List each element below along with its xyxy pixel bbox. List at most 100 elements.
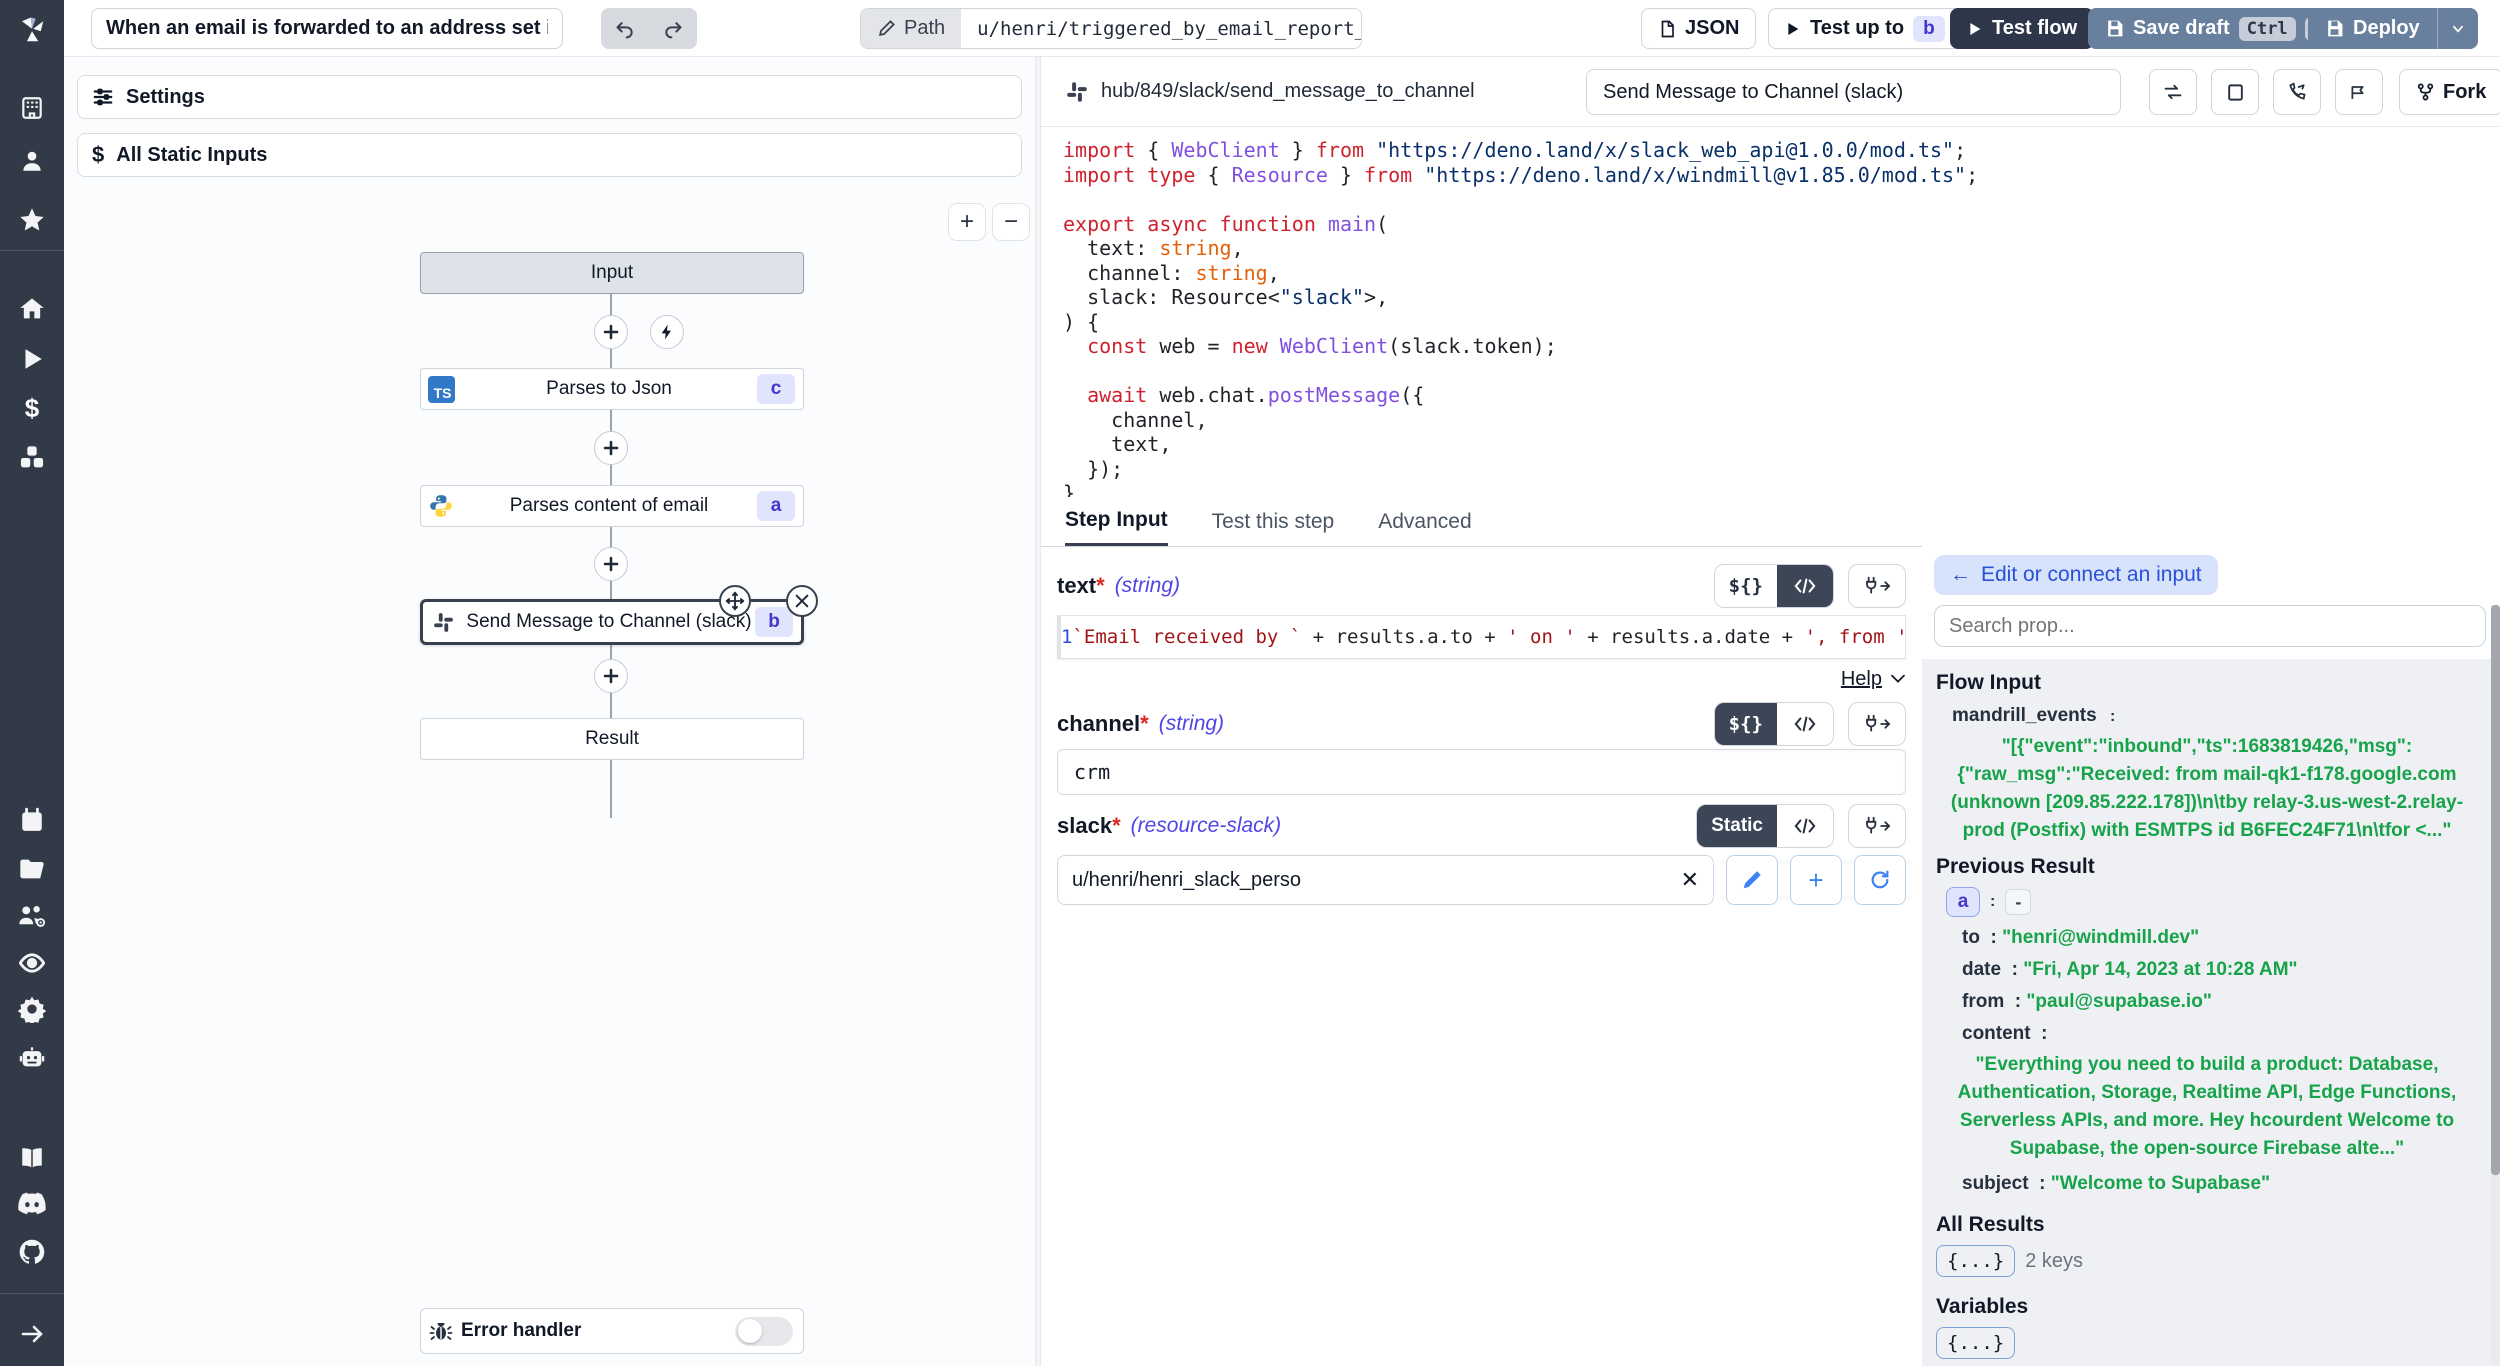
- zoom-out-button[interactable]: −: [992, 203, 1030, 241]
- groups-icon[interactable]: [0, 893, 64, 937]
- windmill-logo-icon[interactable]: [0, 8, 64, 52]
- prop-value-content[interactable]: "Everything you need to build a product:…: [1944, 1051, 2470, 1163]
- add-resource-button[interactable]: +: [1790, 855, 1842, 905]
- square-icon: [2226, 83, 2245, 102]
- prop-scrollbar[interactable]: [2491, 605, 2500, 1366]
- tab-step-input[interactable]: Step Input: [1065, 497, 1168, 546]
- user-icon[interactable]: [0, 139, 64, 183]
- step-summary-input[interactable]: [1586, 69, 2121, 115]
- slack-resource-select[interactable]: u/henri/henri_slack_perso ✕: [1057, 855, 1714, 905]
- kbd-ctrl: Ctrl: [2239, 17, 2296, 41]
- clear-resource-icon[interactable]: ✕: [1681, 867, 1699, 893]
- delete-step-button[interactable]: [786, 585, 818, 617]
- reload-script-button[interactable]: [2149, 69, 2197, 115]
- code-mode-segment[interactable]: [1777, 703, 1833, 745]
- keys-count: 2 keys: [2025, 1250, 2083, 1273]
- help-link[interactable]: Help: [1841, 668, 1882, 691]
- back-arrow-icon: ←: [1950, 563, 1971, 587]
- add-step-button[interactable]: [594, 315, 628, 349]
- undo-icon[interactable]: [605, 12, 645, 46]
- search-prop-input[interactable]: [1934, 605, 2486, 647]
- windmill-flow-editor: $: [0, 0, 2500, 1366]
- hub-script-path: hub/849/slack/send_message_to_channel: [1065, 80, 1475, 104]
- flow-settings-button[interactable]: Settings: [77, 75, 1022, 119]
- github-icon[interactable]: [0, 1230, 64, 1274]
- scrollbar-thumb[interactable]: [2491, 605, 2500, 1175]
- deploy-button[interactable]: Deploy: [2308, 8, 2478, 49]
- workers-robot-icon[interactable]: [0, 1035, 64, 1079]
- code-editor[interactable]: import { WebClient } from "https://deno.…: [1041, 128, 2500, 497]
- home-icon[interactable]: [0, 287, 64, 331]
- flow-node-result[interactable]: Result: [420, 718, 804, 760]
- prop-row[interactable]: to : "henri@windmill.dev": [1962, 927, 2478, 949]
- all-results-expand-button[interactable]: {...}: [1936, 1245, 2015, 1277]
- prop-value-mandrill-events[interactable]: "[{"event":"inbound","ts":1683819426,"ms…: [1944, 733, 2470, 845]
- prop-row[interactable]: from : "paul@supabase.io": [1962, 991, 2478, 1013]
- connect-input-button[interactable]: [1848, 702, 1906, 746]
- docs-book-icon[interactable]: [0, 1136, 64, 1180]
- resources-cubes-icon[interactable]: [0, 436, 64, 480]
- template-mode-segment[interactable]: ${}: [1715, 565, 1777, 607]
- settings-gear-icon[interactable]: [0, 987, 64, 1031]
- tab-advanced[interactable]: Advanced: [1378, 497, 1471, 546]
- variables-expand-button[interactable]: {...}: [1936, 1327, 2015, 1359]
- prop-row-content[interactable]: content :: [1962, 1023, 2478, 1045]
- path-group[interactable]: Path u/henri/triggered_by_email_report_e…: [860, 8, 1362, 49]
- zoom-in-button[interactable]: +: [948, 203, 986, 241]
- flow-title-input[interactable]: [91, 8, 563, 49]
- audit-eye-icon[interactable]: [0, 941, 64, 985]
- add-step-button[interactable]: [594, 547, 628, 581]
- error-handler-node[interactable]: Error handler: [420, 1308, 804, 1354]
- result-key-a-badge[interactable]: a: [1946, 887, 1980, 917]
- flow-node-parses-content[interactable]: Parses content of email a: [420, 485, 804, 527]
- redo-icon[interactable]: [653, 12, 693, 46]
- tab-test-this-step[interactable]: Test this step: [1212, 497, 1335, 546]
- connect-input-button[interactable]: [1848, 804, 1906, 848]
- favorites-star-icon[interactable]: [0, 198, 64, 242]
- collapse-button[interactable]: -: [2005, 889, 2031, 915]
- refresh-resource-button[interactable]: [1854, 855, 1906, 905]
- runs-play-icon[interactable]: [0, 337, 64, 381]
- workspace-icon[interactable]: [0, 86, 64, 130]
- path-button[interactable]: Path: [861, 9, 961, 48]
- sidebar-separator: [0, 250, 64, 251]
- step-tabs: Step Input Test this step Advanced: [1041, 497, 1922, 547]
- edit-or-connect-button[interactable]: ← Edit or connect an input: [1934, 555, 2218, 595]
- text-expression-editor[interactable]: 1 `Email received by ` + results.a.to + …: [1057, 615, 1906, 659]
- code-mode-segment[interactable]: [1777, 565, 1833, 607]
- path-value[interactable]: u/henri/triggered_by_email_report_email: [961, 9, 1361, 48]
- discord-icon[interactable]: [0, 1182, 64, 1226]
- prop-key-mandrill-events[interactable]: mandrill_events: [1952, 705, 2097, 726]
- connect-input-button[interactable]: [1848, 564, 1906, 608]
- flow-node-input[interactable]: Input: [420, 252, 804, 294]
- test-flow-button[interactable]: Test flow: [1950, 8, 2094, 49]
- schedules-calendar-icon[interactable]: [0, 798, 64, 842]
- test-up-to-button[interactable]: Test up to b: [1768, 8, 1962, 49]
- chevron-down-icon[interactable]: [1890, 673, 1906, 685]
- json-button[interactable]: JSON: [1641, 8, 1756, 49]
- limits-button[interactable]: [2335, 69, 2383, 115]
- history-button[interactable]: [2273, 69, 2321, 115]
- fork-button[interactable]: Fork: [2399, 69, 2500, 115]
- edit-resource-button[interactable]: [1726, 855, 1778, 905]
- folders-icon[interactable]: [0, 847, 64, 891]
- variables-dollar-icon[interactable]: $: [0, 386, 64, 430]
- all-static-inputs-button[interactable]: $ All Static Inputs: [77, 133, 1022, 177]
- field-label-slack: slack*: [1057, 813, 1121, 839]
- expand-editor-button[interactable]: [2211, 69, 2259, 115]
- code-mode-segment[interactable]: [1777, 805, 1833, 847]
- add-trigger-button[interactable]: [650, 315, 684, 349]
- flow-node-parses-to-json[interactable]: TS Parses to Json c: [420, 368, 804, 410]
- channel-value-input[interactable]: [1057, 749, 1906, 795]
- prop-row-subject[interactable]: subject : "Welcome to Supabase": [1962, 1173, 2478, 1195]
- error-handler-toggle[interactable]: [735, 1317, 793, 1346]
- chevron-down-icon[interactable]: [2449, 22, 2467, 36]
- prop-row[interactable]: date : "Fri, Apr 14, 2023 at 10:28 AM": [1962, 959, 2478, 981]
- static-mode-segment[interactable]: Static: [1697, 805, 1777, 847]
- add-step-button[interactable]: [594, 659, 628, 693]
- add-step-button[interactable]: [594, 431, 628, 465]
- expand-sidebar-arrow-icon[interactable]: [0, 1312, 64, 1356]
- template-mode-segment[interactable]: ${}: [1715, 703, 1777, 745]
- move-step-button[interactable]: [719, 585, 751, 617]
- code-icon: [1794, 578, 1816, 594]
